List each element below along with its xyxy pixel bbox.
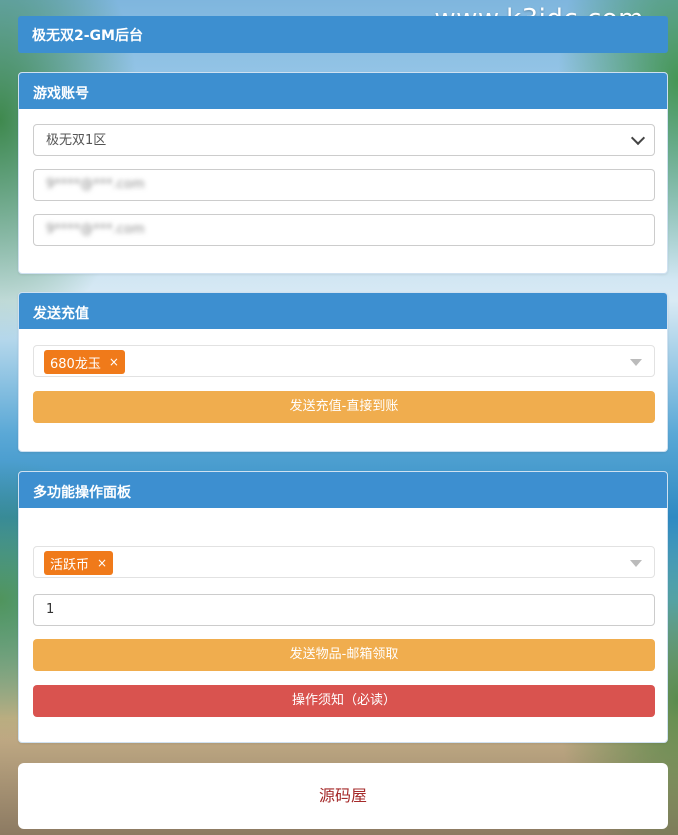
recharge-selected-tag: 680龙玉 × (44, 350, 125, 374)
password-input[interactable]: 9****@***.com (33, 214, 655, 246)
app-title: 极无双2-GM后台 (32, 28, 143, 44)
recharge-tag-label: 680龙玉 (50, 356, 101, 372)
quantity-value: 1 (46, 602, 55, 617)
app-title-bar: 极无双2-GM后台 (18, 16, 668, 53)
item-tag-label: 活跃币 (50, 557, 90, 573)
multi-function-panel: 多功能操作面板 活跃币 × 1 发送物品-邮箱领取 操作须知（必读） (18, 471, 668, 743)
close-icon[interactable]: × (97, 556, 107, 570)
notice-button[interactable]: 操作须知（必读） (33, 685, 655, 717)
recharge-panel: 发送充值 680龙玉 × 发送充值-直接到账 (18, 292, 668, 452)
quantity-input[interactable]: 1 (33, 594, 655, 626)
send-item-button[interactable]: 发送物品-邮箱领取 (33, 639, 655, 671)
account-panel-title: 游戏账号 (19, 73, 667, 109)
recharge-panel-title: 发送充值 (19, 293, 667, 329)
close-icon[interactable]: × (109, 355, 119, 369)
multi-panel-title: 多功能操作面板 (19, 472, 667, 508)
item-selected-tag: 活跃币 × (44, 551, 114, 575)
caret-down-icon[interactable] (630, 560, 642, 567)
send-recharge-button[interactable]: 发送充值-直接到账 (33, 391, 655, 423)
account-input[interactable]: 9****@***.com (33, 169, 655, 201)
footer-brand: 源码屋 (18, 763, 668, 829)
item-multiselect[interactable]: 活跃币 × (33, 546, 655, 578)
password-input-value: 9****@***.com (46, 222, 145, 237)
account-input-value: 9****@***.com (46, 177, 145, 192)
caret-down-icon[interactable] (630, 359, 642, 366)
account-panel: 游戏账号 极无双1区 9****@***.com 9****@***.com (18, 72, 668, 274)
recharge-multiselect[interactable]: 680龙玉 × (33, 345, 655, 377)
server-select[interactable]: 极无双1区 (33, 124, 655, 156)
